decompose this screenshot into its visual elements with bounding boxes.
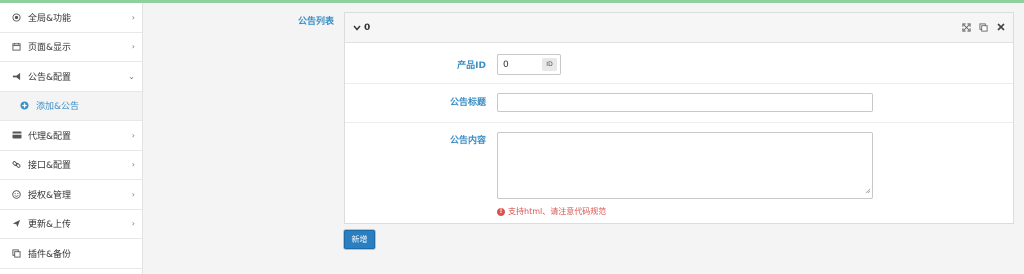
sidebar-item-plugins[interactable]: 插件&备份 <box>0 239 142 269</box>
smile-icon <box>10 190 23 199</box>
chevron-down-icon[interactable] <box>353 25 361 31</box>
sidebar-item-pages[interactable]: 页面&显示 › <box>0 33 142 62</box>
expand-icon[interactable] <box>962 22 971 32</box>
paper-plane-icon <box>10 219 23 228</box>
plus-circle-icon <box>18 101 31 110</box>
copy-icon[interactable] <box>979 22 988 32</box>
chevron-right-icon: › <box>131 160 135 170</box>
sidebar-item-add-announcement[interactable]: 添加&公告 <box>0 91 142 121</box>
chevron-down-icon: ⌄ <box>128 71 135 81</box>
exclamation-icon: ! <box>497 207 505 216</box>
copy-icon <box>10 249 23 258</box>
resize-handle-icon[interactable] <box>865 187 871 197</box>
sidebar-item-label: 授权&管理 <box>28 190 72 201</box>
chevron-right-icon: › <box>131 130 135 140</box>
product-id-input[interactable]: 0 ID <box>497 54 561 75</box>
id-addon: ID <box>542 58 557 71</box>
html-hint: ! 支持html、请注意代码规范 <box>497 206 606 217</box>
panel-tools <box>962 22 1005 32</box>
content-textarea[interactable] <box>497 132 873 199</box>
credit-card-icon <box>10 131 23 139</box>
sidebar-item-label: 页面&显示 <box>28 43 72 54</box>
sidebar-item-updates[interactable]: 更新&上传 › <box>0 210 142 239</box>
sidebar-item-label: 代理&配置 <box>28 131 72 142</box>
panel-header: 0 <box>345 13 1013 43</box>
link-icon <box>10 160 23 169</box>
sidebar-item-label: 添加&公告 <box>36 102 80 113</box>
globe-icon <box>10 13 23 22</box>
sidebar-item-label: 公告&配置 <box>28 72 72 83</box>
sidebar-item-announcements[interactable]: 公告&配置 ⌄ <box>0 62 142 92</box>
close-icon[interactable] <box>996 22 1005 32</box>
sidebar-item-agents[interactable]: 代理&配置 › <box>0 121 142 151</box>
content-label: 公告内容 <box>449 136 486 146</box>
title-input[interactable] <box>497 93 873 112</box>
chevron-right-icon: › <box>131 42 135 52</box>
product-id-row: 产品ID 0 ID <box>345 44 1013 84</box>
sidebar-item-label: 更新&上传 <box>28 220 72 231</box>
form-panel: 0 产品ID 0 ID 公告标题 公告内容 ! 支持html、请注意代码规范 <box>344 12 1014 224</box>
product-id-value: 0 <box>503 59 509 70</box>
sidebar-item-global[interactable]: 全局&功能 › <box>0 3 142 33</box>
chevron-right-icon: › <box>131 12 135 22</box>
page-title: 公告列表 <box>298 17 335 27</box>
hint-text: 支持html、请注意代码规范 <box>508 207 607 216</box>
chevron-right-icon: › <box>131 219 135 229</box>
title-label: 公告标题 <box>449 98 486 108</box>
sidebar-item-interfaces[interactable]: 接口&配置 › <box>0 151 142 180</box>
sidebar-item-label: 接口&配置 <box>28 161 72 172</box>
sidebar-item-licenses[interactable]: 授权&管理 › <box>0 180 142 210</box>
calendar-icon <box>10 42 23 51</box>
panel-title: 0 <box>364 22 371 33</box>
add-button[interactable]: 新增 <box>344 230 375 249</box>
chevron-right-icon: › <box>131 189 135 199</box>
title-row: 公告标题 <box>345 85 1013 123</box>
bullhorn-icon <box>10 72 23 81</box>
sidebar: 全局&功能 › 页面&显示 › 公告&配置 ⌄ 添加&公告 代理&配置 › 接口… <box>0 3 143 274</box>
product-id-label: 产品ID <box>457 61 486 71</box>
sidebar-item-label: 全局&功能 <box>28 13 72 24</box>
content-row: 公告内容 ! 支持html、请注意代码规范 <box>345 124 1013 223</box>
sidebar-item-label: 插件&备份 <box>28 249 72 260</box>
